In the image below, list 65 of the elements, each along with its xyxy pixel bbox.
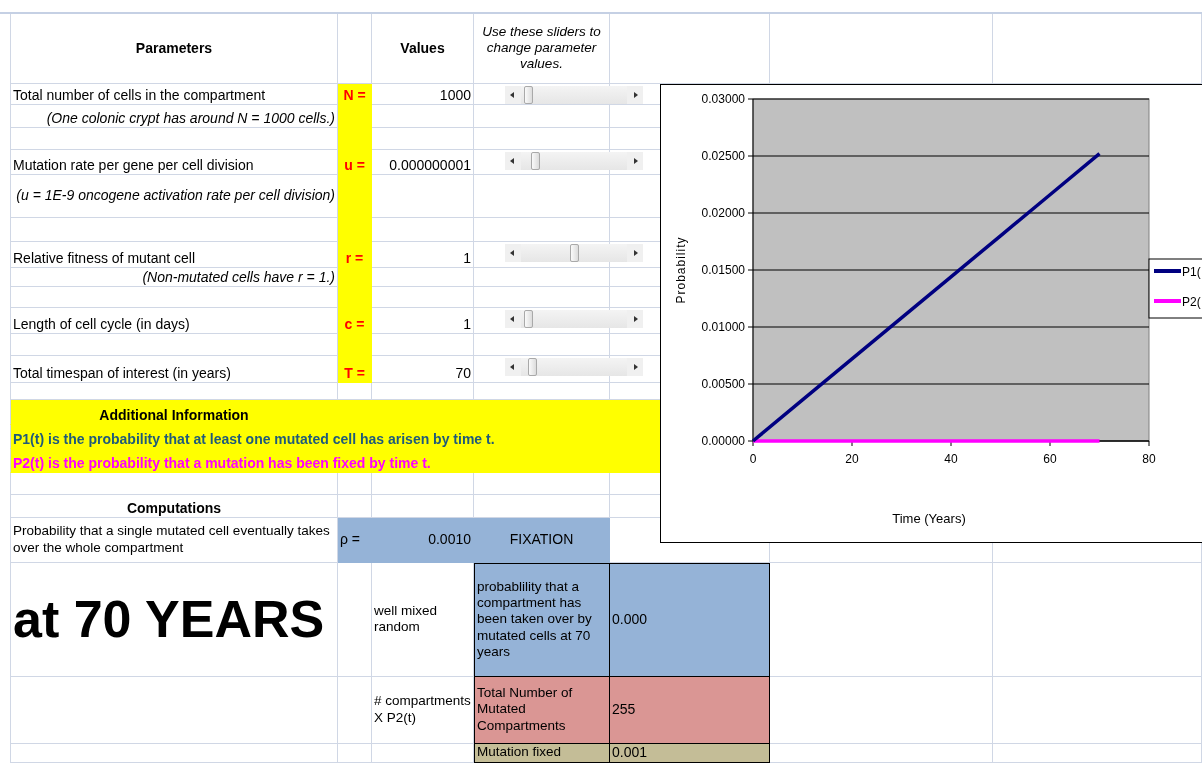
- section-title: Computations: [126, 499, 222, 516]
- parameter-label: Relative fitness of mutant cell: [13, 249, 196, 266]
- legend-label: P2(: [1182, 295, 1201, 309]
- axis-title: Probability: [674, 236, 688, 304]
- symbol-cell: r =: [338, 242, 372, 268]
- parameter-value: 1000: [439, 86, 471, 103]
- slider-thumb[interactable]: [523, 310, 533, 328]
- info-text: P1(t) is the probability that at least one mutated cell has arisen by time t.: [13, 430, 495, 447]
- parameter-value: 0.000000001: [389, 156, 471, 173]
- axis-tick-label: 0: [749, 452, 757, 466]
- slider-thumb[interactable]: [523, 86, 533, 104]
- axis-tick-label: 40: [944, 452, 958, 466]
- axis-tick-label: 0.00500: [701, 377, 745, 391]
- result-cell: probablility that a compartment has been taken over by mutated cells at 70 years: [474, 563, 610, 677]
- symbol-cell: N =: [338, 84, 372, 105]
- column-header: Parameters: [135, 39, 213, 57]
- axis-tick-label: 0.02000: [701, 206, 745, 220]
- parameter-note: (u = 1E-9 oncogene activation rate per cell division): [16, 187, 335, 204]
- column-header: Use these sliders to change parameter values.: [481, 23, 602, 73]
- slider-thumb[interactable]: [530, 152, 540, 170]
- slider-thumb[interactable]: [527, 358, 537, 376]
- axis-tick-label: 80: [1142, 452, 1156, 466]
- axis-tick-label: 20: [845, 452, 859, 466]
- method-label: # compartments X P2(t): [374, 693, 471, 726]
- result-cell: 0.000: [610, 563, 770, 677]
- symbol-cell: T =: [338, 356, 372, 383]
- axis-tick-label: 0.01500: [701, 263, 745, 277]
- legend-label: P1(: [1182, 265, 1201, 279]
- parameter-value: 1: [463, 315, 471, 332]
- result-cell: 0.001: [610, 744, 770, 763]
- symbol-cell: c =: [338, 308, 372, 334]
- symbol-cell: u =: [338, 150, 372, 175]
- scroll-slider[interactable]: [505, 152, 643, 170]
- axis-tick-label: 60: [1043, 452, 1057, 466]
- result-cell: 0.0010: [372, 518, 474, 563]
- parameter-note: (Non-mutated cells have r = 1.): [142, 268, 335, 285]
- parameter-note: (One colonic crypt has around N = 1000 cells.): [46, 109, 335, 126]
- axis-tick-label: 0.00000: [701, 434, 745, 448]
- axis-tick-label: 0.03000: [701, 92, 745, 106]
- result-cell: Total Number of Mutated Compartments: [474, 677, 610, 744]
- scroll-slider[interactable]: [505, 86, 643, 104]
- fixation-label: Probability that a single mutated cell eventually takes over the whole compartment: [13, 523, 331, 556]
- scroll-slider[interactable]: [505, 244, 643, 262]
- column-header: Values: [400, 39, 445, 57]
- method-label: well mixed random: [374, 602, 439, 636]
- parameter-value: 70: [455, 364, 471, 381]
- slider-thumb[interactable]: [569, 244, 579, 262]
- axis-tick-label: 0.02500: [701, 149, 745, 163]
- result-cell: FIXATION: [474, 518, 610, 563]
- axis-title: Time (Years): [892, 511, 966, 526]
- parameter-label: Mutation rate per gene per cell division: [13, 156, 254, 173]
- scroll-slider[interactable]: [505, 310, 643, 328]
- result-cell: 255: [610, 677, 770, 744]
- info-text: P2(t) is the probability that a mutation has been fixed by time t.: [13, 454, 431, 471]
- info-title: Additional Information: [99, 406, 249, 423]
- parameter-label: Length of cell cycle (in days): [13, 315, 190, 332]
- parameter-value: 1: [463, 249, 471, 266]
- parameter-label: Total timespan of interest (in years): [13, 364, 231, 381]
- headline: at 70 YEARS: [13, 593, 325, 645]
- grid-cell: [338, 744, 372, 763]
- scroll-slider[interactable]: [505, 358, 643, 376]
- result-cell: Mutation fixed: [474, 744, 610, 763]
- result-cell: ρ =: [338, 518, 372, 563]
- axis-tick-label: 0.01000: [701, 320, 745, 334]
- parameter-label: Total number of cells in the compartment: [13, 86, 266, 103]
